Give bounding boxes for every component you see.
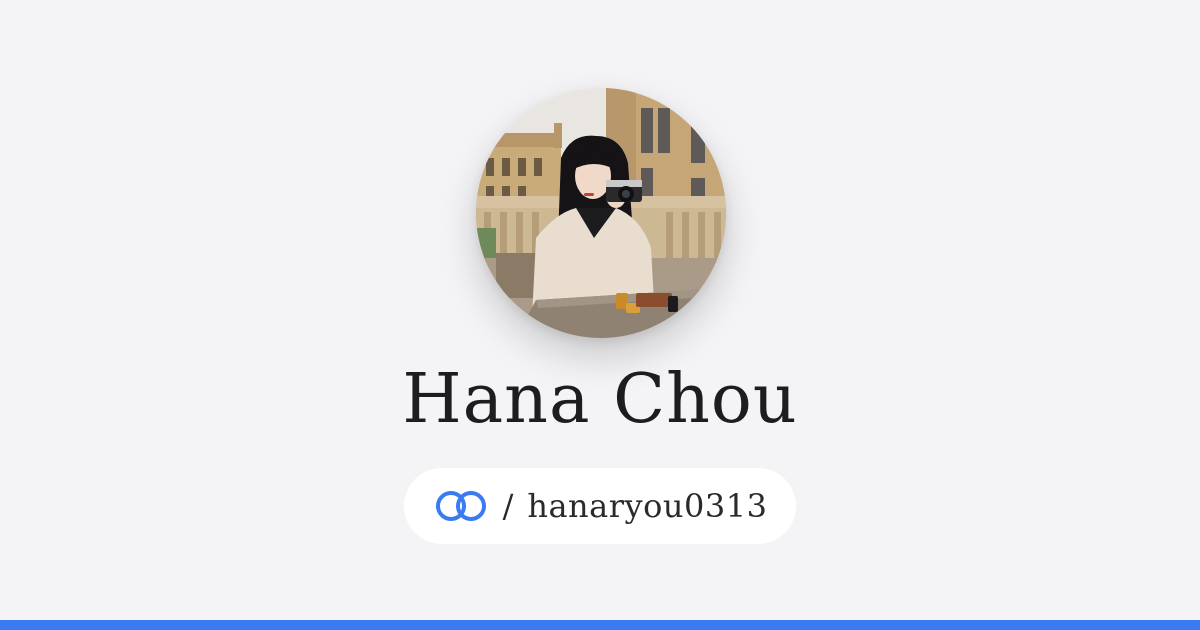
avatar-photo	[476, 88, 726, 338]
profile-handle: hanaryou0313	[527, 487, 768, 525]
linked-rings-icon	[435, 491, 486, 521]
accent-bottom-bar	[0, 620, 1200, 630]
avatar	[476, 88, 726, 338]
handle-separator: /	[502, 487, 514, 525]
profile-handle-pill[interactable]: / hanaryou0313	[404, 468, 796, 544]
profile-name: Hana Chou	[402, 360, 798, 439]
profile-card: Hana Chou / hanaryou0313	[0, 0, 1200, 620]
